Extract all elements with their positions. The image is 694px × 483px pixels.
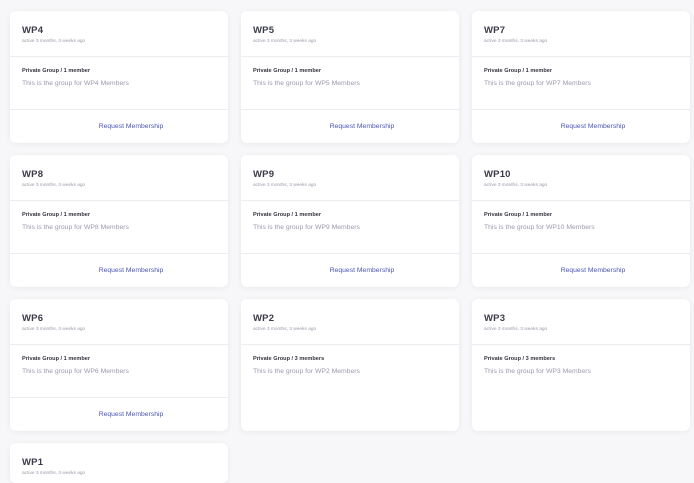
group-activity: active 3 months, 3 weeks ago [253, 183, 317, 188]
group-card-header: WP1 active 3 months, 3 weeks ago [10, 443, 228, 483]
group-card-wp10: WP10 active 3 months, 3 weeks ago Privat… [472, 155, 690, 287]
group-activity: active 3 months, 3 weeks ago [22, 183, 86, 188]
group-card-header: WP8 active 3 months, 3 weeks ago [10, 155, 228, 201]
group-activity: active 3 months, 3 weeks ago [22, 471, 86, 476]
group-card-header: WP4 active 3 months, 3 weeks ago [10, 11, 228, 57]
group-name[interactable]: WP5 [253, 25, 459, 36]
group-name[interactable]: WP1 [22, 457, 228, 468]
request-membership-button[interactable]: Request Membership [99, 123, 164, 130]
group-card-footer: Request Membership [472, 254, 690, 287]
group-meta: Private Group / 1 member [253, 212, 322, 218]
group-description: This is the group for WP9 Members [253, 224, 360, 231]
group-card-wp9: WP9 active 3 months, 3 weeks ago Private… [241, 155, 459, 287]
group-activity: active 3 months, 3 weeks ago [253, 39, 317, 44]
group-name[interactable]: WP4 [22, 25, 228, 36]
group-name[interactable]: WP2 [253, 313, 459, 324]
group-card-body: Private Group / 1 member This is the gro… [472, 57, 690, 110]
group-activity: active 3 months, 3 weeks ago [253, 327, 317, 332]
group-description: This is the group for WP6 Members [22, 368, 129, 375]
group-activity: active 3 months, 3 weeks ago [484, 183, 548, 188]
group-name[interactable]: WP3 [484, 313, 690, 324]
group-card-body: Private Group / 1 member This is the gro… [241, 57, 459, 110]
group-card-header: WP5 active 3 months, 3 weeks ago [241, 11, 459, 57]
request-membership-button[interactable]: Request Membership [99, 411, 164, 418]
group-card-wp6: WP6 active 3 months, 3 weeks ago Private… [10, 299, 228, 431]
group-card-body: Private Group / 1 member This is the gro… [472, 201, 690, 254]
group-card-body: Private Group / 3 members This is the gr… [472, 345, 690, 398]
group-card-body: Private Group / 1 member This is the gro… [10, 57, 228, 110]
request-membership-button[interactable]: Request Membership [330, 123, 395, 130]
group-card-wp3: WP3 active 3 months, 3 weeks ago Private… [472, 299, 690, 431]
request-membership-button[interactable]: Request Membership [99, 267, 164, 274]
group-card-body: Private Group / 1 member This is the gro… [10, 201, 228, 254]
group-card-footer: Request Membership [10, 254, 228, 287]
request-membership-button[interactable]: Request Membership [330, 267, 395, 274]
group-card-header: WP2 active 3 months, 3 weeks ago [241, 299, 459, 345]
group-meta: Private Group / 3 members [484, 356, 556, 362]
group-card-body: Private Group / 1 member This is the gro… [241, 201, 459, 254]
group-meta: Private Group / 1 member [484, 68, 553, 74]
group-card-header: WP9 active 3 months, 3 weeks ago [241, 155, 459, 201]
group-activity: active 3 months, 3 weeks ago [22, 327, 86, 332]
group-card-footer: Request Membership [10, 110, 228, 143]
group-card-footer: Request Membership [241, 110, 459, 143]
group-name[interactable]: WP7 [484, 25, 690, 36]
group-card-header: WP6 active 3 months, 3 weeks ago [10, 299, 228, 345]
group-card-body: Private Group / 1 member This is the gro… [10, 345, 228, 398]
group-card-header: WP10 active 3 months, 3 weeks ago [472, 155, 690, 201]
group-card-header: WP7 active 3 months, 3 weeks ago [472, 11, 690, 57]
group-card-wp8: WP8 active 3 months, 3 weeks ago Private… [10, 155, 228, 287]
group-description: This is the group for WP4 Members [22, 80, 129, 87]
group-name[interactable]: WP8 [22, 169, 228, 180]
group-card-body: Private Group / 3 members This is the gr… [241, 345, 459, 398]
group-card-footer: Request Membership [10, 398, 228, 431]
group-card-footer: Request Membership [472, 110, 690, 143]
group-card-footer: Request Membership [241, 254, 459, 287]
group-name[interactable]: WP10 [484, 169, 690, 180]
group-description: This is the group for WP8 Members [22, 224, 129, 231]
request-membership-button[interactable]: Request Membership [561, 267, 626, 274]
group-activity: active 3 months, 3 weeks ago [484, 327, 548, 332]
group-card-wp5: WP5 active 3 months, 3 weeks ago Private… [241, 11, 459, 143]
group-card-wp2: WP2 active 3 months, 3 weeks ago Private… [241, 299, 459, 431]
group-name[interactable]: WP9 [253, 169, 459, 180]
group-meta: Private Group / 1 member [22, 212, 91, 218]
group-meta: Private Group / 3 members [253, 356, 325, 362]
group-card-wp1: WP1 active 3 months, 3 weeks ago [10, 443, 228, 483]
group-description: This is the group for WP7 Members [484, 80, 591, 87]
group-activity: active 3 months, 3 weeks ago [484, 39, 548, 44]
request-membership-button[interactable]: Request Membership [561, 123, 626, 130]
group-card-wp7: WP7 active 3 months, 3 weeks ago Private… [472, 11, 690, 143]
group-description: This is the group for WP5 Members [253, 80, 360, 87]
group-description: This is the group for WP2 Members [253, 368, 360, 375]
group-name[interactable]: WP6 [22, 313, 228, 324]
group-meta: Private Group / 1 member [253, 68, 322, 74]
group-meta: Private Group / 1 member [484, 212, 553, 218]
group-meta: Private Group / 1 member [22, 68, 91, 74]
group-description: This is the group for WP3 Members [484, 368, 591, 375]
group-activity: active 3 months, 3 weeks ago [22, 39, 86, 44]
group-description: This is the group for WP10 Members [484, 224, 595, 231]
group-meta: Private Group / 1 member [22, 356, 91, 362]
group-card-wp4: WP4 active 3 months, 3 weeks ago Private… [10, 11, 228, 143]
group-card-header: WP3 active 3 months, 3 weeks ago [472, 299, 690, 345]
